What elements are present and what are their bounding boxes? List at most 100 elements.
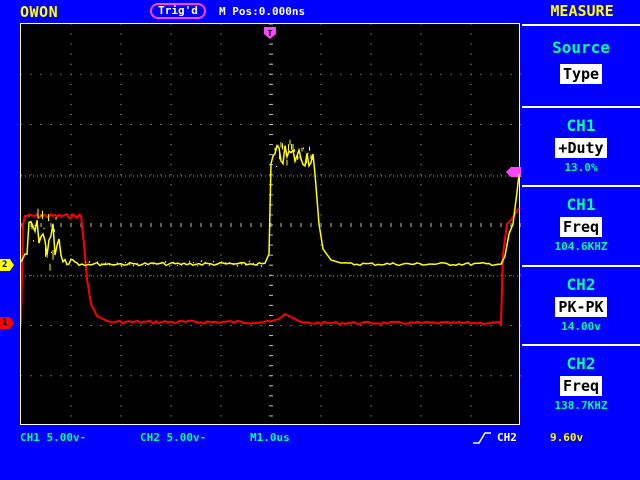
grid-dot: [370, 365, 372, 367]
grid-dot: [280, 375, 282, 377]
grid-dot: [120, 325, 122, 326]
grid-dot: [170, 83, 172, 85]
grid-dot: [70, 405, 72, 407]
grid-dot: [480, 73, 482, 75]
grid-dot: [220, 355, 222, 357]
grid-dot: [220, 73, 222, 75]
grid-dot: [510, 274, 512, 276]
grid-dot: [230, 174, 232, 176]
trigger-level-readout: 9.60v: [550, 431, 584, 444]
grid-dot: [420, 405, 422, 407]
grid-dot: [420, 33, 422, 35]
measure-slot-2[interactable]: CH1 Freq 104.6KHZ: [522, 185, 640, 263]
grid-dot: [470, 53, 472, 55]
grid-dot: [370, 43, 372, 45]
grid-dot: [240, 124, 242, 125]
grid-dot: [320, 154, 322, 156]
grid-dot: [110, 124, 112, 125]
menu-source[interactable]: Source Type: [522, 24, 640, 102]
grid-dot: [370, 395, 372, 397]
grid-dot: [350, 375, 352, 377]
grid-dot: [370, 144, 372, 146]
grid-dot: [120, 405, 122, 407]
grid-dot: [220, 144, 222, 146]
grid-dot: [70, 43, 72, 45]
grid-dot: [170, 184, 172, 186]
grid-dot: [220, 124, 222, 125]
grid-dot: [210, 274, 212, 276]
type-button[interactable]: Type: [559, 64, 603, 84]
measure-slot-3[interactable]: CH2 PK-PK 14.00v: [522, 265, 640, 343]
grid-dot: [420, 24, 422, 25]
grid-dot: [170, 113, 172, 115]
grid-dot: [170, 304, 172, 306]
ch2-ground-marker[interactable]: 2: [0, 259, 14, 271]
grid-dot: [320, 244, 322, 246]
grid-dot: [30, 325, 32, 326]
grid-dot: [220, 314, 222, 316]
grid-dot: [480, 325, 482, 326]
grid-dot: [30, 124, 32, 125]
grid-dot: [180, 174, 182, 176]
grid-dot: [470, 174, 472, 176]
grid-dot: [370, 345, 372, 347]
measure-value: 104.6KHZ: [554, 240, 608, 253]
grid-dot: [180, 325, 182, 326]
ch2-trace: [21, 144, 520, 267]
grid-dot: [340, 124, 342, 125]
grid-dot: [170, 395, 172, 397]
grid-dot: [170, 73, 172, 75]
grid-dot: [320, 415, 322, 417]
grid-dot: [490, 174, 492, 176]
grid-dot: [220, 254, 222, 256]
grid-dot: [320, 164, 322, 166]
grid-dot: [410, 274, 412, 276]
grid-dot: [370, 214, 372, 216]
grid-dot: [120, 33, 122, 35]
grid-dot: [30, 375, 32, 377]
grid-dot: [470, 73, 472, 75]
grid-dot: [220, 335, 222, 337]
ch1-ground-marker[interactable]: 1: [0, 317, 14, 329]
grid-dot: [520, 73, 521, 75]
grid-dot: [120, 194, 122, 196]
measure-slot-1[interactable]: CH1 +Duty 13.0%: [522, 106, 640, 184]
grid-dot: [350, 73, 352, 75]
grid-dot: [21, 325, 22, 326]
measure-value: 14.00v: [561, 320, 601, 333]
grid-dot: [400, 375, 402, 377]
grid-dot: [470, 294, 472, 296]
grid-dot: [200, 124, 202, 125]
grid-dot: [300, 375, 302, 377]
grid-dot: [370, 264, 372, 266]
grid-dot: [70, 204, 72, 206]
measure-type[interactable]: Freq: [559, 217, 603, 237]
grid-dot: [160, 174, 162, 176]
grid-dot: [280, 174, 282, 176]
grid-dot: [370, 325, 372, 326]
grid-dot: [250, 375, 252, 377]
grid-dot: [180, 73, 182, 75]
grid-dot: [470, 83, 472, 85]
measure-type[interactable]: +Duty: [555, 138, 607, 158]
source-heading: Source: [552, 38, 610, 57]
measure-slot-4[interactable]: CH2 Freq 138.7KHZ: [522, 344, 640, 422]
measure-type[interactable]: Freq: [559, 376, 603, 396]
grid-dot: [290, 124, 292, 125]
grid-dot: [90, 274, 92, 276]
measure-type[interactable]: PK-PK: [555, 297, 607, 317]
grid-dot: [470, 284, 472, 286]
grid-dot: [330, 375, 332, 377]
grid-dot: [110, 325, 112, 326]
grid-dot: [170, 325, 172, 326]
grid-dot: [220, 234, 222, 236]
grid-dot: [320, 385, 322, 387]
grid-dot: [370, 73, 372, 75]
grid-dot: [250, 174, 252, 176]
grid-dot: [240, 325, 242, 326]
grid-dot: [220, 284, 222, 286]
grid-dot: [200, 325, 202, 326]
grid-dot: [330, 124, 332, 125]
grid-dot: [370, 314, 372, 316]
trigger-position-marker-icon: T: [264, 27, 276, 39]
